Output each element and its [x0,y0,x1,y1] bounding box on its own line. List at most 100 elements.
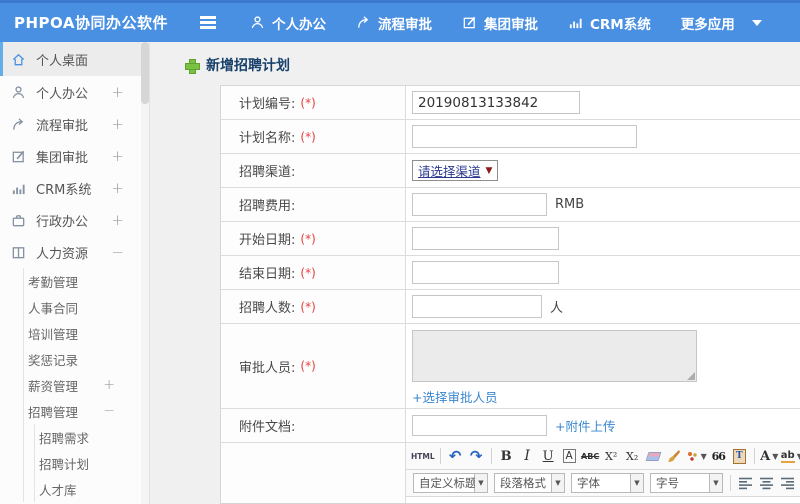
expand-plus-icon[interactable]: + [111,147,124,165]
field-label: 开始日期: [239,233,296,248]
select-approvers-link[interactable]: +选择审批人员 [412,387,497,406]
nav-more-apps[interactable]: 更多应用 [681,13,762,33]
sidebar-item-recruit-plan[interactable]: 招聘计划 [35,450,141,476]
sidebar-toggle-button[interactable] [198,13,218,33]
required-marker: (*) [300,129,316,144]
plan-name-input[interactable] [412,125,637,148]
sidebar-item-desktop[interactable]: 个人桌面 [0,42,141,76]
sidebar-item-personal-office[interactable]: 个人办公 + [0,76,141,108]
font-color-button[interactable]: A ▼ [760,446,779,467]
editor-toolbar-row1: HTML ↶ ↷ B I U A ABC X² X₂ ▼ 66 T A ▼ ab [406,443,800,470]
sidebar-item-hr-contract[interactable]: 人事合同 [24,294,141,320]
clipboard-icon: T [732,448,746,464]
italic-button[interactable]: I [518,446,537,467]
toolbar-separator [439,448,441,464]
bold-button[interactable]: B [497,446,516,467]
sidebar-item-recruit-demand[interactable]: 招聘需求 [35,424,141,450]
recruit-plan-form: 计划编号: (*) 计划名称: (*) 招聘渠道: [220,85,800,504]
paint-color-button[interactable]: ▼ [686,446,707,467]
redo-button[interactable]: ↷ [467,446,486,467]
align-center-button[interactable] [757,473,776,494]
sidebar-item-group-approval[interactable]: 集团审批 + [0,140,141,172]
strikethrough-button[interactable]: ABC [581,446,600,467]
editor-content-area[interactable] [406,497,800,503]
font-family-select[interactable]: 字体 ▼ [571,473,644,493]
expand-plus-icon[interactable]: + [111,83,124,101]
form-row-end-date: 结束日期: (*) [221,256,800,290]
briefcase-icon [11,213,27,228]
caret-down-icon: ▼ [710,473,723,493]
required-marker: (*) [300,265,316,280]
sidebar-item-workflow-approval[interactable]: 流程审批 + [0,108,141,140]
paragraph-format-select[interactable]: 段落格式 ▼ [494,473,565,493]
expand-plus-icon[interactable]: + [111,115,124,133]
char-border-button[interactable]: A [560,446,579,467]
remove-format-button[interactable] [644,446,663,467]
cost-input[interactable] [412,193,547,216]
user-icon [250,15,265,30]
align-left-button[interactable] [736,473,755,494]
user-icon [11,85,27,100]
resize-handle-icon[interactable] [687,372,695,380]
html-source-button[interactable]: HTML [411,446,435,467]
attachment-upload-link[interactable]: +附件上传 [555,416,615,435]
nav-personal-office[interactable]: 个人办公 [250,13,326,33]
sidebar-item-recruit-mgmt[interactable]: 招聘管理 − [24,398,141,424]
expand-plus-icon[interactable]: + [111,179,124,197]
chart-icon [568,15,583,30]
blockquote-button[interactable]: 66 [709,446,728,467]
caret-down-icon: ▼ [772,451,779,461]
expand-plus-icon[interactable]: + [103,377,115,393]
caret-down-icon: ▼ [552,473,565,493]
custom-title-select[interactable]: 自定义标题 ▼ [413,473,488,493]
highlight-color-button[interactable]: ab ▼ [780,446,800,467]
paste-as-text-button[interactable]: T [730,446,749,467]
expand-plus-icon[interactable]: + [111,211,124,229]
end-date-input[interactable] [412,261,559,284]
sidebar-item-rewards[interactable]: 奖惩记录 [24,346,141,372]
sidebar: 个人桌面 个人办公 + 流程审批 + 集团审批 + CRM系统 + 行政办公 +… [0,42,150,504]
sidebar-item-salary[interactable]: 薪资管理 + [24,372,141,398]
unit-suffix: 人 [550,301,564,316]
sidebar-item-attendance[interactable]: 考勤管理 [24,268,141,294]
field-label: 结束日期: [239,267,296,282]
scrollbar-thumb[interactable] [141,42,149,104]
currency-suffix: RMB [555,197,585,212]
hr-book-icon [11,245,27,260]
subscript-button[interactable]: X₂ [623,446,642,467]
required-marker: (*) [300,95,316,110]
sidebar-scrollbar[interactable] [141,42,149,504]
top-header: PHPOA协同办公软件 个人办公 流程审批 集团审批 CRM系统 更多应用 [0,0,800,42]
form-row-plan-name: 计划名称: (*) [221,120,800,154]
main-content: 新增招聘计划 计划编号: (*) 计划名称: (*) [150,42,800,504]
align-right-button[interactable] [778,473,797,494]
form-row-start-date: 开始日期: (*) [221,222,800,256]
font-size-select[interactable]: 字号 ▼ [650,473,723,493]
sidebar-item-hr[interactable]: 人力资源 − [0,236,141,268]
form-row-approvers: 审批人员: (*) +选择审批人员 [221,324,800,409]
nav-group-approval[interactable]: 集团审批 [462,13,538,33]
superscript-button[interactable]: X² [602,446,621,467]
form-row-cost: 招聘费用: RMB [221,188,800,222]
rich-text-editor: HTML ↶ ↷ B I U A ABC X² X₂ ▼ 66 T A ▼ ab… [406,443,800,503]
sidebar-item-talent-pool[interactable]: 人才库 [35,476,141,502]
caret-down-icon: ▼ [475,473,488,493]
undo-button[interactable]: ↶ [446,446,465,467]
collapse-minus-icon[interactable]: − [103,403,115,419]
headcount-input[interactable] [412,295,542,318]
attachment-input[interactable] [412,415,547,436]
plan-number-input[interactable] [412,91,580,114]
nav-crm-system[interactable]: CRM系统 [568,13,651,33]
sidebar-item-training[interactable]: 培训管理 [24,320,141,346]
collapse-minus-icon[interactable]: − [111,243,124,261]
start-date-input[interactable] [412,227,559,250]
sidebar-item-crm[interactable]: CRM系统 + [0,172,141,204]
nav-workflow-approval[interactable]: 流程审批 [356,13,432,33]
channel-select[interactable]: 请选择渠道 ▼ [412,160,499,181]
format-painter-button[interactable] [665,446,684,467]
toolbar-separator [490,448,492,464]
approvers-textarea[interactable] [412,330,697,382]
edit-icon [462,15,477,30]
underline-button[interactable]: U [539,446,558,467]
sidebar-item-admin-office[interactable]: 行政办公 + [0,204,141,236]
